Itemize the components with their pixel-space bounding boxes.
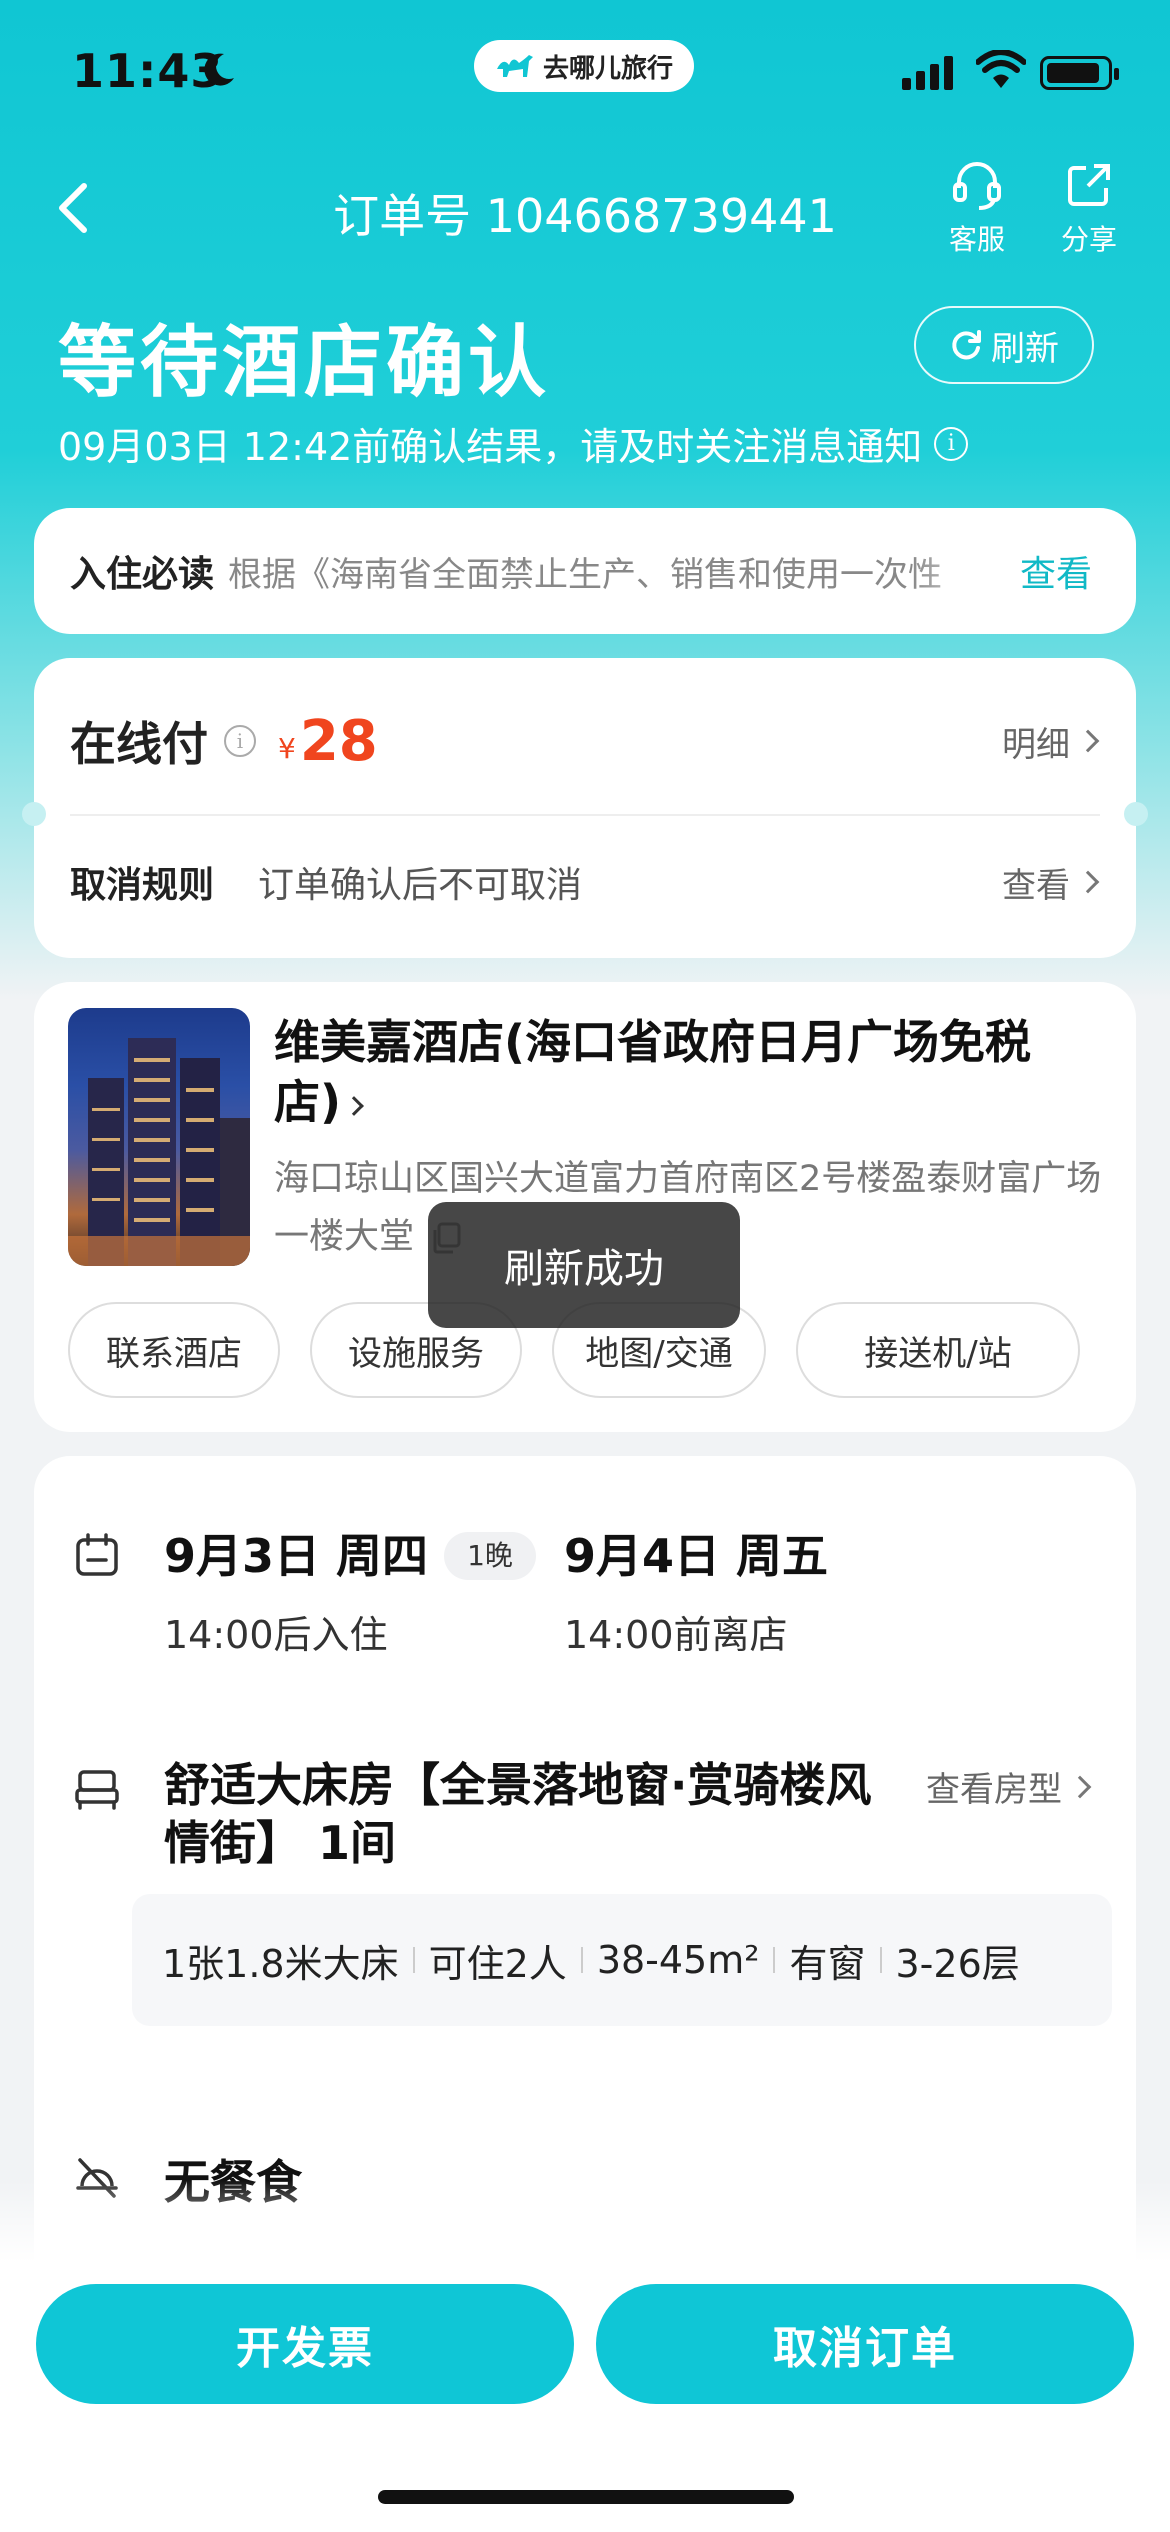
confirm-deadline-text: 09月03日 12:42前确认结果，请及时关注消息通知 bbox=[58, 425, 923, 469]
checkout-date: 9月4日 周五 bbox=[564, 1529, 829, 1583]
currency-symbol: ¥ bbox=[278, 731, 296, 765]
room-title: 舒适大床房【全景落地窗·赏骑楼风情街】 1间 bbox=[164, 1758, 872, 1870]
cancel-order-button[interactable]: 取消订单 bbox=[596, 2284, 1134, 2404]
checkout-time: 14:00前离店 bbox=[564, 1613, 788, 1657]
bed-icon bbox=[75, 1770, 119, 1810]
payment-detail-link[interactable]: 明细 bbox=[1002, 717, 1100, 766]
brand-text: 去哪儿旅行 bbox=[542, 53, 673, 84]
payment-amount: 28 bbox=[299, 708, 378, 774]
room-specs: 1张1.8米大床 可住2人 38-45m² 有窗 3-26层 bbox=[132, 1894, 1112, 2026]
bed-spec: 1张1.8米大床 bbox=[162, 1941, 399, 1986]
hotel-name: 维美嘉酒店(海口省政府日月广场免税店) bbox=[274, 1015, 1032, 1129]
hotel-name-link[interactable]: 维美嘉酒店(海口省政府日月广场免税店) bbox=[274, 1012, 1094, 1132]
battery-icon bbox=[1040, 56, 1119, 90]
order-status-title: 等待酒店确认 bbox=[58, 318, 551, 408]
refresh-label: 刷新 bbox=[991, 328, 1059, 369]
info-icon[interactable]: i bbox=[224, 725, 256, 757]
chevron-right-icon bbox=[1076, 729, 1100, 753]
view-room-type-link[interactable]: 查看房型 bbox=[926, 1762, 1092, 1811]
spec-separator bbox=[580, 1947, 583, 1973]
floor-spec: 3-26层 bbox=[895, 1941, 1020, 1986]
calendar-icon bbox=[76, 1533, 118, 1576]
payment-card: 在线付 i ¥ 28 明细 取消规则 订单确认后不可取消 查看 bbox=[22, 658, 1148, 958]
info-icon[interactable]: i bbox=[934, 426, 969, 461]
divider bbox=[70, 814, 1100, 816]
share-button[interactable]: 分享 bbox=[1044, 160, 1134, 258]
contact-hotel-button[interactable]: 联系酒店 bbox=[68, 1302, 280, 1398]
cancel-policy-row: 取消规则 订单确认后不可取消 查看 bbox=[70, 856, 1100, 908]
cancel-policy-label: 取消规则 bbox=[70, 865, 215, 906]
share-icon bbox=[1068, 164, 1110, 206]
payment-label: 在线付 bbox=[70, 717, 208, 771]
hotel-photo-illustration bbox=[68, 1038, 250, 1266]
headset-icon bbox=[953, 162, 1001, 210]
brand-badge: 去哪儿旅行 bbox=[474, 40, 694, 92]
card-notch-right bbox=[1124, 802, 1148, 826]
hotel-photo[interactable] bbox=[68, 1008, 250, 1266]
customer-service-label: 客服 bbox=[948, 223, 1005, 256]
camel-logo-icon bbox=[496, 55, 533, 77]
invoice-button[interactable]: 开发票 bbox=[36, 2284, 574, 2404]
checkin-block: 9月3日 周四 14:00后入住 bbox=[164, 1520, 428, 1659]
status-subtitle: 09月03日 12:42前确认结果，请及时关注消息通知 i bbox=[58, 416, 969, 471]
signal-icon bbox=[902, 56, 953, 90]
moon-icon bbox=[204, 53, 234, 86]
checkin-notice-card[interactable]: 入住必读 根据《海南省全面禁止生产、销售和使用一次性 查看 bbox=[34, 508, 1136, 634]
transfer-button[interactable]: 接送机/站 bbox=[796, 1302, 1080, 1398]
chevron-right-icon bbox=[344, 1095, 364, 1116]
notice-label: 入住必读 bbox=[70, 554, 215, 595]
refresh-icon bbox=[952, 330, 981, 360]
cancel-policy-value: 订单确认后不可取消 bbox=[258, 865, 583, 906]
notice-text: 根据《海南省全面禁止生产、销售和使用一次性 bbox=[228, 554, 943, 595]
refresh-button[interactable]: 刷新 bbox=[914, 306, 1094, 384]
area-spec: 38-45m² bbox=[596, 1938, 760, 1982]
wifi-icon bbox=[976, 50, 1026, 88]
view-room-type-label: 查看房型 bbox=[926, 1770, 1062, 1810]
chevron-right-icon bbox=[1076, 870, 1100, 894]
payment-row: 在线付 i ¥ 28 明细 bbox=[70, 708, 1100, 774]
nights-badge: 1晚 bbox=[444, 1532, 536, 1580]
card-notch-left bbox=[22, 802, 46, 826]
window-spec: 有窗 bbox=[789, 1941, 866, 1986]
checkin-date: 9月3日 周四 bbox=[164, 1529, 429, 1583]
detail-label: 明细 bbox=[1002, 724, 1070, 765]
spec-separator bbox=[412, 1947, 415, 1973]
spec-separator bbox=[879, 1947, 882, 1973]
home-indicator bbox=[378, 2490, 794, 2504]
notice-view-link[interactable]: 查看 bbox=[1020, 545, 1092, 597]
chevron-right-icon bbox=[1068, 1775, 1092, 1798]
cancel-policy-view-link[interactable]: 查看 bbox=[1002, 858, 1100, 907]
spec-separator bbox=[773, 1947, 776, 1973]
toast-message: 刷新成功 bbox=[428, 1202, 740, 1328]
share-label: 分享 bbox=[1060, 223, 1117, 256]
occupancy-spec: 可住2人 bbox=[428, 1941, 567, 1986]
cancel-view-label: 查看 bbox=[1002, 865, 1070, 906]
customer-service-button[interactable]: 客服 bbox=[932, 160, 1022, 258]
checkout-block: 9月4日 周五 14:00前离店 bbox=[564, 1520, 828, 1659]
checkin-time: 14:00后入住 bbox=[164, 1613, 388, 1657]
bottom-fade bbox=[0, 2180, 1170, 2262]
